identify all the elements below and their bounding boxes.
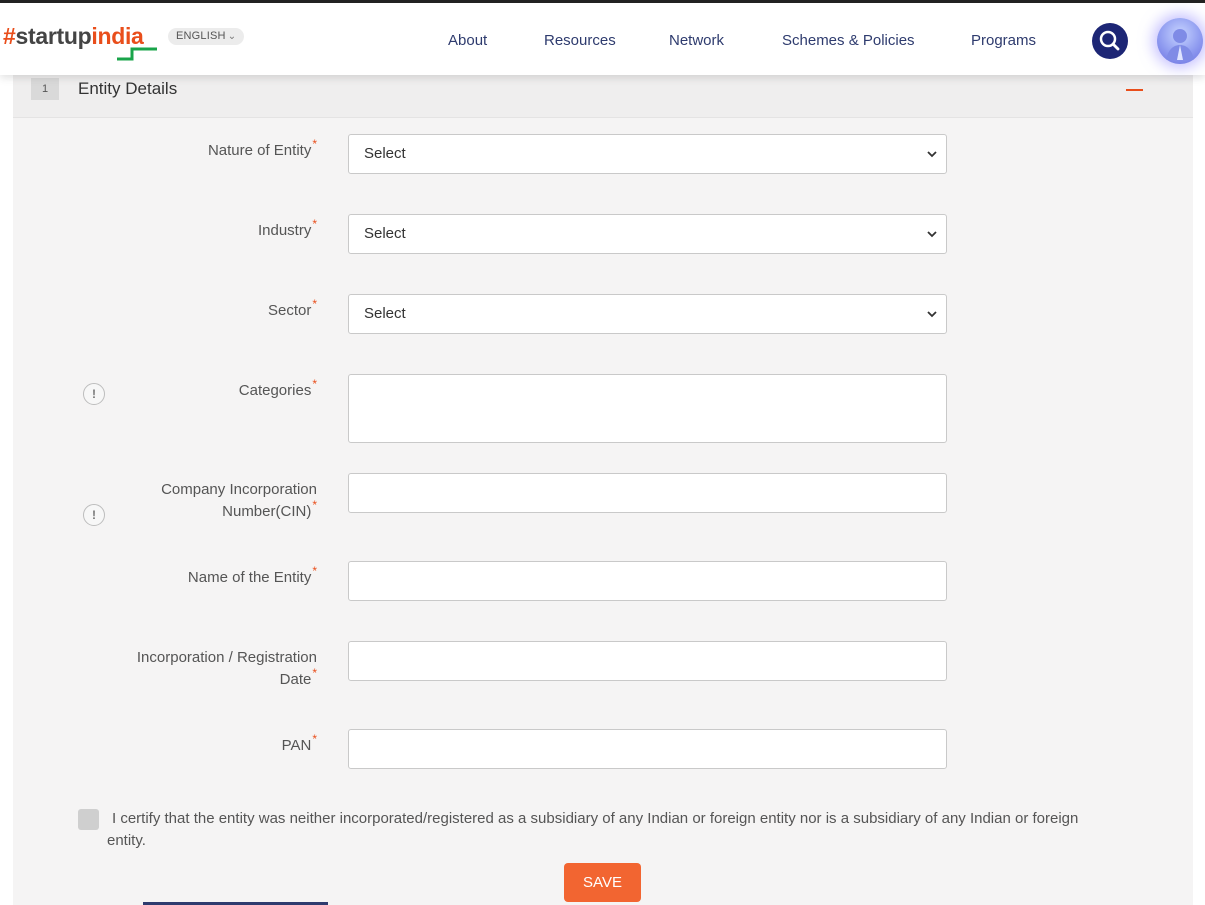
required-marker: * xyxy=(312,666,317,680)
cin-label: Company Incorporation Number(CIN)* xyxy=(161,481,317,520)
logo-step-graphic xyxy=(117,47,157,61)
nav-network[interactable]: Network xyxy=(669,31,724,51)
categories-info-icon[interactable]: ! xyxy=(83,383,105,405)
site-header: #startupindia ENGLISH ⌄ About Resources N… xyxy=(0,3,1205,75)
required-marker: * xyxy=(312,297,317,311)
select-value: Select xyxy=(364,305,406,322)
save-button[interactable]: SAVE xyxy=(564,863,641,902)
language-label: ENGLISH xyxy=(176,30,226,42)
certify-checkbox[interactable] xyxy=(78,809,99,830)
user-icon xyxy=(1166,29,1194,60)
pan-label: PAN* xyxy=(281,732,317,754)
industry-label: Industry* xyxy=(257,217,317,239)
entity-name-input[interactable] xyxy=(348,561,947,601)
minus-icon[interactable] xyxy=(1126,89,1143,91)
required-marker: * xyxy=(312,137,317,151)
logo-india: india xyxy=(91,23,144,49)
select-value: Select xyxy=(364,225,406,242)
entity-name-label: Name of the Entity* xyxy=(187,564,317,586)
sector-select[interactable]: Select xyxy=(348,294,947,334)
startupindia-logo[interactable]: #startupindia xyxy=(3,22,144,50)
required-marker: * xyxy=(312,564,317,578)
nav-resources[interactable]: Resources xyxy=(544,31,616,51)
sector-label: Sector* xyxy=(267,297,317,319)
registration-date-input[interactable] xyxy=(348,641,947,681)
nav-about[interactable]: About xyxy=(448,31,487,51)
required-marker: * xyxy=(312,732,317,746)
registration-date-label: Incorporation / Registration Date* xyxy=(136,649,317,688)
required-marker: * xyxy=(312,498,317,512)
required-marker: * xyxy=(312,377,317,391)
user-avatar[interactable] xyxy=(1157,18,1203,64)
cin-input[interactable] xyxy=(348,473,947,513)
cin-info-icon[interactable]: ! xyxy=(83,504,105,526)
nav-schemes-policies[interactable]: Schemes & Policies xyxy=(782,31,915,51)
language-selector[interactable]: ENGLISH ⌄ xyxy=(168,28,245,45)
chevron-down-icon xyxy=(927,311,937,318)
top-border xyxy=(0,0,1205,3)
nature-of-entity-label: Nature of Entity* xyxy=(207,137,317,159)
nav-programs[interactable]: Programs xyxy=(971,31,1036,51)
pan-input[interactable] xyxy=(348,729,947,769)
categories-field[interactable] xyxy=(348,374,947,443)
categories-label: Categories* xyxy=(238,377,317,399)
nature-of-entity-select[interactable]: Select xyxy=(348,134,947,174)
section-header[interactable]: 1 Entity Details xyxy=(13,75,1193,118)
industry-select[interactable]: Select xyxy=(348,214,947,254)
logo-hash: # xyxy=(3,23,16,49)
search-button[interactable] xyxy=(1092,23,1128,59)
search-icon xyxy=(1099,30,1120,51)
chevron-down-icon: ⌄ xyxy=(227,31,237,42)
chevron-down-icon xyxy=(927,231,937,238)
certify-text: I certify that the entity was neither in… xyxy=(107,810,1079,849)
required-marker: * xyxy=(312,217,317,231)
chevron-down-icon xyxy=(927,151,937,158)
registration-form-panel: 1 Entity Details Nature of Entity* Selec… xyxy=(13,75,1193,905)
select-value: Select xyxy=(364,145,406,162)
logo-start: startup xyxy=(15,23,92,49)
section-title: Entity Details xyxy=(78,79,178,98)
step-number: 1 xyxy=(31,78,59,100)
